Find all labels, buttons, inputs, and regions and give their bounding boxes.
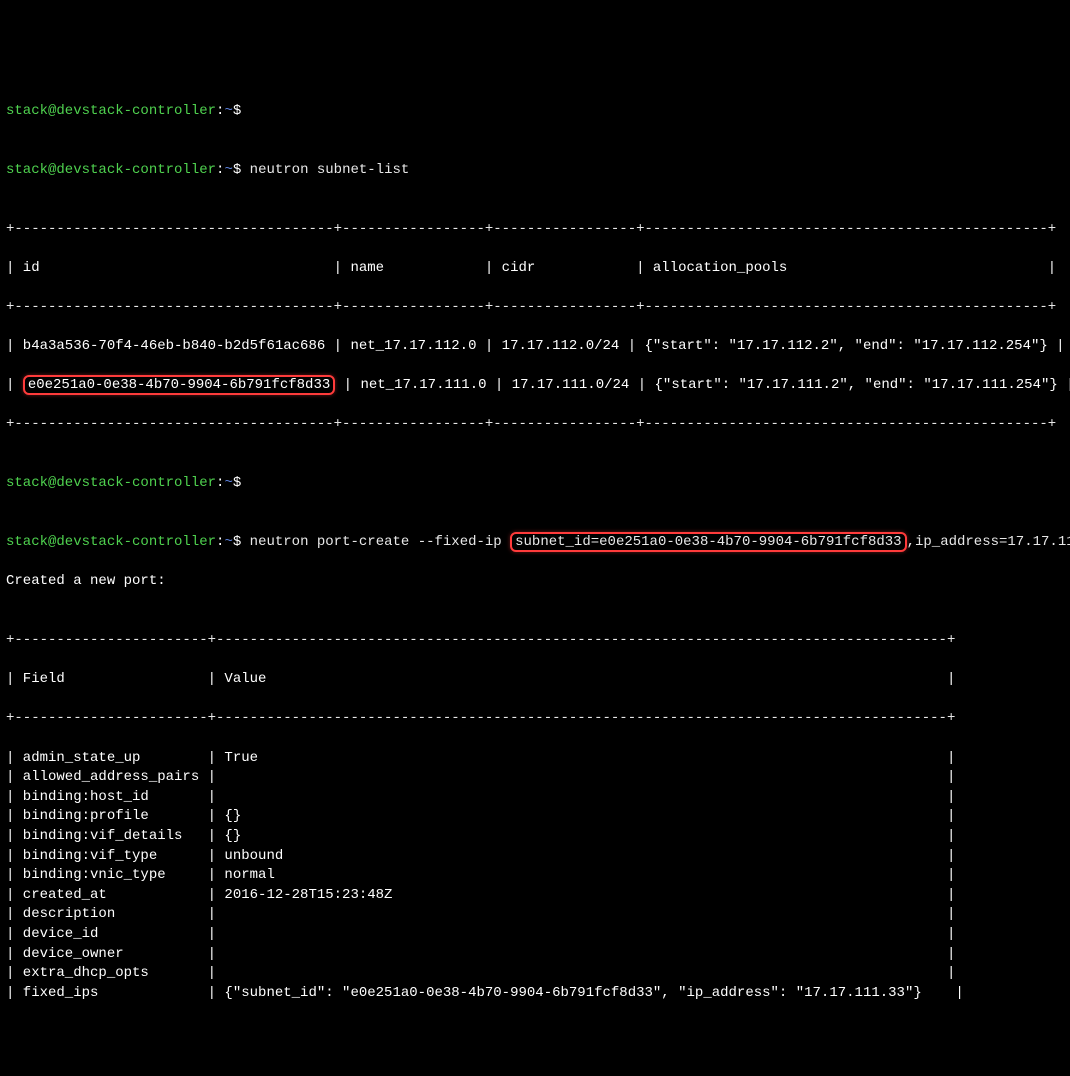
created-msg: Created a new port: bbox=[6, 572, 1064, 592]
table-row: | extra_dhcp_opts | | bbox=[6, 964, 1064, 984]
cmd-subnet-list: neutron subnet-list bbox=[250, 162, 410, 178]
table-row: | fixed_ips | {"subnet_id": "e0e251a0-0e… bbox=[6, 984, 1064, 1004]
prompt-line: stack@devstack-controller:~$ bbox=[6, 102, 1064, 122]
table-row: | device_id | | bbox=[6, 925, 1064, 945]
table-row: | allowed_address_pairs | | bbox=[6, 768, 1064, 788]
table-row: | binding:vnic_type | normal | bbox=[6, 866, 1064, 886]
table-header: | id | name | cidr | allocation_pools | bbox=[6, 259, 1064, 279]
port-table-body: | admin_state_up | True || allowed_addre… bbox=[6, 749, 1064, 1004]
table-row: | created_at | 2016-12-28T15:23:48Z | bbox=[6, 886, 1064, 906]
table-divider: +--------------------------------------+… bbox=[6, 298, 1064, 318]
table-row: | b4a3a536-70f4-46eb-b840-b2d5f61ac686 |… bbox=[6, 337, 1064, 357]
table-row: | binding:host_id | | bbox=[6, 788, 1064, 808]
table-header: | Field | Value | bbox=[6, 670, 1064, 690]
table-divider: +--------------------------------------+… bbox=[6, 415, 1064, 435]
table-divider: +-----------------------+---------------… bbox=[6, 631, 1064, 651]
prompt-path: ~ bbox=[224, 103, 232, 119]
table-divider: +--------------------------------------+… bbox=[6, 220, 1064, 240]
cmd-port-create-pre: neutron port-create --fixed-ip bbox=[250, 534, 510, 550]
table-row: | admin_state_up | True | bbox=[6, 749, 1064, 769]
highlighted-subnet-arg: subnet_id=e0e251a0-0e38-4b70-9904-6b791f… bbox=[510, 532, 906, 552]
table-row: | binding:profile | {} | bbox=[6, 807, 1064, 827]
table-row: | description | | bbox=[6, 905, 1064, 925]
command-line-1[interactable]: stack@devstack-controller:~$ neutron sub… bbox=[6, 161, 1064, 181]
prompt-line: stack@devstack-controller:~$ bbox=[6, 474, 1064, 494]
table-divider: +-----------------------+---------------… bbox=[6, 709, 1064, 729]
table-row: | binding:vif_details | {} | bbox=[6, 827, 1064, 847]
table-row: | binding:vif_type | unbound | bbox=[6, 847, 1064, 867]
highlighted-subnet-id: e0e251a0-0e38-4b70-9904-6b791fcf8d33 bbox=[23, 375, 335, 395]
cmd-port-create-post: ,ip_address=17.17.111. bbox=[907, 534, 1070, 550]
table-row: | device_owner | | bbox=[6, 945, 1064, 965]
prompt-dollar: $ bbox=[233, 103, 241, 119]
prompt-userhost: stack@devstack-controller bbox=[6, 103, 216, 119]
table-row: | e0e251a0-0e38-4b70-9904-6b791fcf8d33 |… bbox=[6, 376, 1064, 396]
command-line-2[interactable]: stack@devstack-controller:~$ neutron por… bbox=[6, 533, 1064, 553]
